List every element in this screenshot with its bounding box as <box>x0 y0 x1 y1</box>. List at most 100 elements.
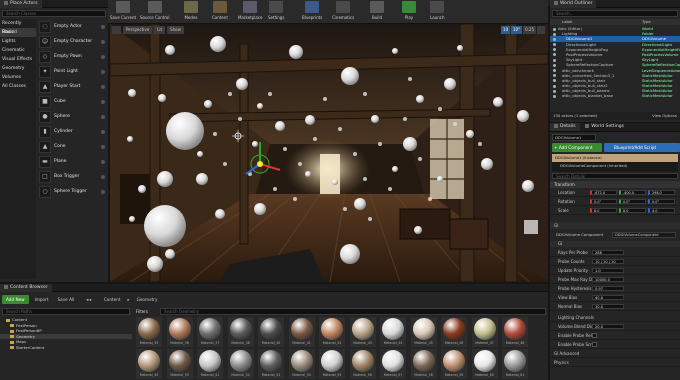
actor-item[interactable]: ▲ Cone <box>37 139 108 154</box>
info-icon[interactable] <box>101 54 105 59</box>
actor-item[interactable]: ● Sphere <box>37 109 108 124</box>
info-icon[interactable] <box>101 174 105 179</box>
add-component-button[interactable]: + Add Component <box>552 143 602 152</box>
gi-settings-header[interactable]: GI <box>550 241 680 247</box>
gi-property-field[interactable]: 10000.0 <box>592 277 624 282</box>
visibility-eye-icon[interactable] <box>553 48 556 52</box>
info-icon[interactable] <box>101 99 105 104</box>
category-item[interactable]: Visual Effects <box>0 55 36 64</box>
material-thumbnail[interactable]: Material_36 <box>166 317 193 347</box>
ddgi-component-dropdown[interactable]: DDGIVolumeComponent <box>612 232 676 238</box>
scale-snap-value[interactable]: 0.25 <box>523 26 536 34</box>
location-x-field[interactable]: -672.0 <box>590 190 617 195</box>
gi-property-field[interactable]: 1.0 <box>592 268 624 273</box>
scale-y-field[interactable]: 8.0 <box>619 208 646 213</box>
component-child-item[interactable]: DDGIVolumeComponent (Inherited) <box>552 162 678 170</box>
material-thumbnail[interactable]: Material_56 <box>349 349 376 379</box>
filters-button[interactable]: Filters <box>136 308 158 315</box>
tab-content-browser[interactable]: Content Browser <box>0 284 52 292</box>
angle-snap-value[interactable]: 10° <box>511 26 523 34</box>
grid-snap-value[interactable]: 10 <box>500 26 510 34</box>
viewport-perspective-button[interactable]: Perspective <box>123 26 153 34</box>
scale-z-field[interactable]: 4.0 <box>648 208 675 213</box>
enable-probe-relocation-checkbox[interactable] <box>592 333 597 338</box>
actor-item[interactable]: ◌ Empty Actor <box>37 19 108 34</box>
actor-item[interactable]: ☺ Empty Character <box>37 34 108 49</box>
visibility-eye-icon[interactable] <box>553 32 556 36</box>
info-icon[interactable] <box>101 24 105 29</box>
toolbar-button-save-current[interactable]: Save Current <box>110 1 136 20</box>
toolbar-button-content[interactable]: Content <box>212 1 228 20</box>
info-icon[interactable] <box>101 189 105 194</box>
info-icon[interactable] <box>101 159 105 164</box>
level-viewport[interactable]: Perspective Lit Show 10 10° 0.25 <box>110 24 548 282</box>
nav-back-forward[interactable]: ◂ ▸ <box>80 295 98 304</box>
info-icon[interactable] <box>101 39 105 44</box>
camera-speed-icon[interactable] <box>537 26 545 34</box>
rotation-z-field[interactable]: 0.0° <box>648 199 675 204</box>
toolbar-button-build[interactable]: Build <box>370 1 384 20</box>
rotation-y-field[interactable]: 0.0° <box>619 199 646 204</box>
material-thumbnail[interactable]: Material_55 <box>319 349 345 379</box>
actor-item[interactable]: ◇ Empty Pawn <box>37 49 108 64</box>
enable-probe-scrolling-checkbox[interactable] <box>592 342 597 347</box>
component-root-item[interactable]: DDGIVolume1 (Instance) <box>552 154 678 162</box>
material-thumbnail[interactable]: Material_38 <box>227 317 254 347</box>
visibility-eye-icon[interactable] <box>553 27 556 31</box>
tab-world-outliner[interactable]: World Outliner <box>550 0 597 8</box>
toolbar-button-settings[interactable]: Settings <box>268 1 284 20</box>
visibility-eye-icon[interactable] <box>553 58 556 62</box>
visibility-eye-icon[interactable] <box>553 69 556 72</box>
material-thumbnail[interactable]: Material_37 <box>197 317 223 347</box>
category-item[interactable]: Cinematic <box>0 46 36 55</box>
actor-name-field[interactable]: DDGIVolume1 <box>552 134 596 141</box>
path-geometry[interactable]: Geometry <box>134 295 161 304</box>
info-icon[interactable] <box>101 69 105 74</box>
toolbar-button-play[interactable]: Play <box>402 1 416 20</box>
rotation-x-field[interactable]: 0.0° <box>590 199 617 204</box>
visibility-eye-icon[interactable] <box>553 37 556 41</box>
visibility-eye-icon[interactable] <box>553 53 556 57</box>
actor-item[interactable]: ▮ Cylinder <box>37 124 108 139</box>
info-icon[interactable] <box>101 144 105 149</box>
tab-world-settings[interactable]: World Settings <box>581 123 628 131</box>
details-search-input[interactable]: Search Details <box>552 173 678 179</box>
gi-property-field[interactable]: 10.0 <box>592 304 624 309</box>
toolbar-button-marketplace[interactable]: Marketplace <box>238 1 263 20</box>
add-new-button[interactable]: Add New <box>2 295 29 304</box>
actor-item[interactable]: □ Box Trigger <box>37 169 108 184</box>
category-item[interactable]: Recently Placed <box>0 19 36 35</box>
visibility-eye-icon[interactable] <box>553 63 556 67</box>
material-thumbnail[interactable]: Material_41 <box>288 317 315 347</box>
view-options-button[interactable]: View Options <box>652 112 677 120</box>
import-button[interactable]: Import <box>32 295 52 304</box>
viewport-lit-button[interactable]: Lit <box>154 26 166 34</box>
actor-item[interactable]: ▬ Plane <box>37 154 108 169</box>
material-thumbnail[interactable]: Material_35 <box>136 317 162 347</box>
material-thumbnail[interactable]: Material_61 <box>502 349 528 379</box>
volume-blend-field[interactable]: 20.0 <box>592 324 624 329</box>
outliner-search-input[interactable]: Search... <box>552 10 678 17</box>
material-thumbnail[interactable]: Material_42 <box>319 317 345 347</box>
toolbar-button-blueprints[interactable]: Blueprints <box>302 1 322 20</box>
viewport-show-button[interactable]: Show <box>167 26 184 34</box>
scale-x-field[interactable]: 8.0 <box>590 208 617 213</box>
viewport-menu-icon[interactable] <box>112 26 121 34</box>
toolbar-button-modes[interactable]: Modes <box>184 1 198 20</box>
toolbar-button-launch[interactable]: Launch <box>430 1 444 20</box>
material-thumbnail[interactable]: Material_47 <box>471 317 498 347</box>
tab-details[interactable]: Details <box>550 123 580 131</box>
gi-advanced-row[interactable]: GI Advanced <box>550 349 680 358</box>
outliner-col-label[interactable]: Label <box>562 19 572 25</box>
category-item[interactable]: Basic <box>0 28 36 37</box>
material-thumbnail[interactable]: Material_46 <box>441 317 467 347</box>
material-thumbnail[interactable]: Material_59 <box>441 349 467 379</box>
material-thumbnail[interactable]: Material_45 <box>410 317 437 347</box>
visibility-eye-icon[interactable] <box>553 94 556 98</box>
category-item[interactable]: Geometry <box>0 64 36 73</box>
material-thumbnail[interactable]: Material_48 <box>502 317 528 347</box>
toolbar-button-source-control[interactable]: Source Control <box>140 1 169 20</box>
material-thumbnail[interactable]: Material_51 <box>197 349 223 379</box>
toolbar-button-cinematics[interactable]: Cinematics <box>332 1 354 20</box>
folder-item[interactable]: StarterContent <box>0 345 132 351</box>
